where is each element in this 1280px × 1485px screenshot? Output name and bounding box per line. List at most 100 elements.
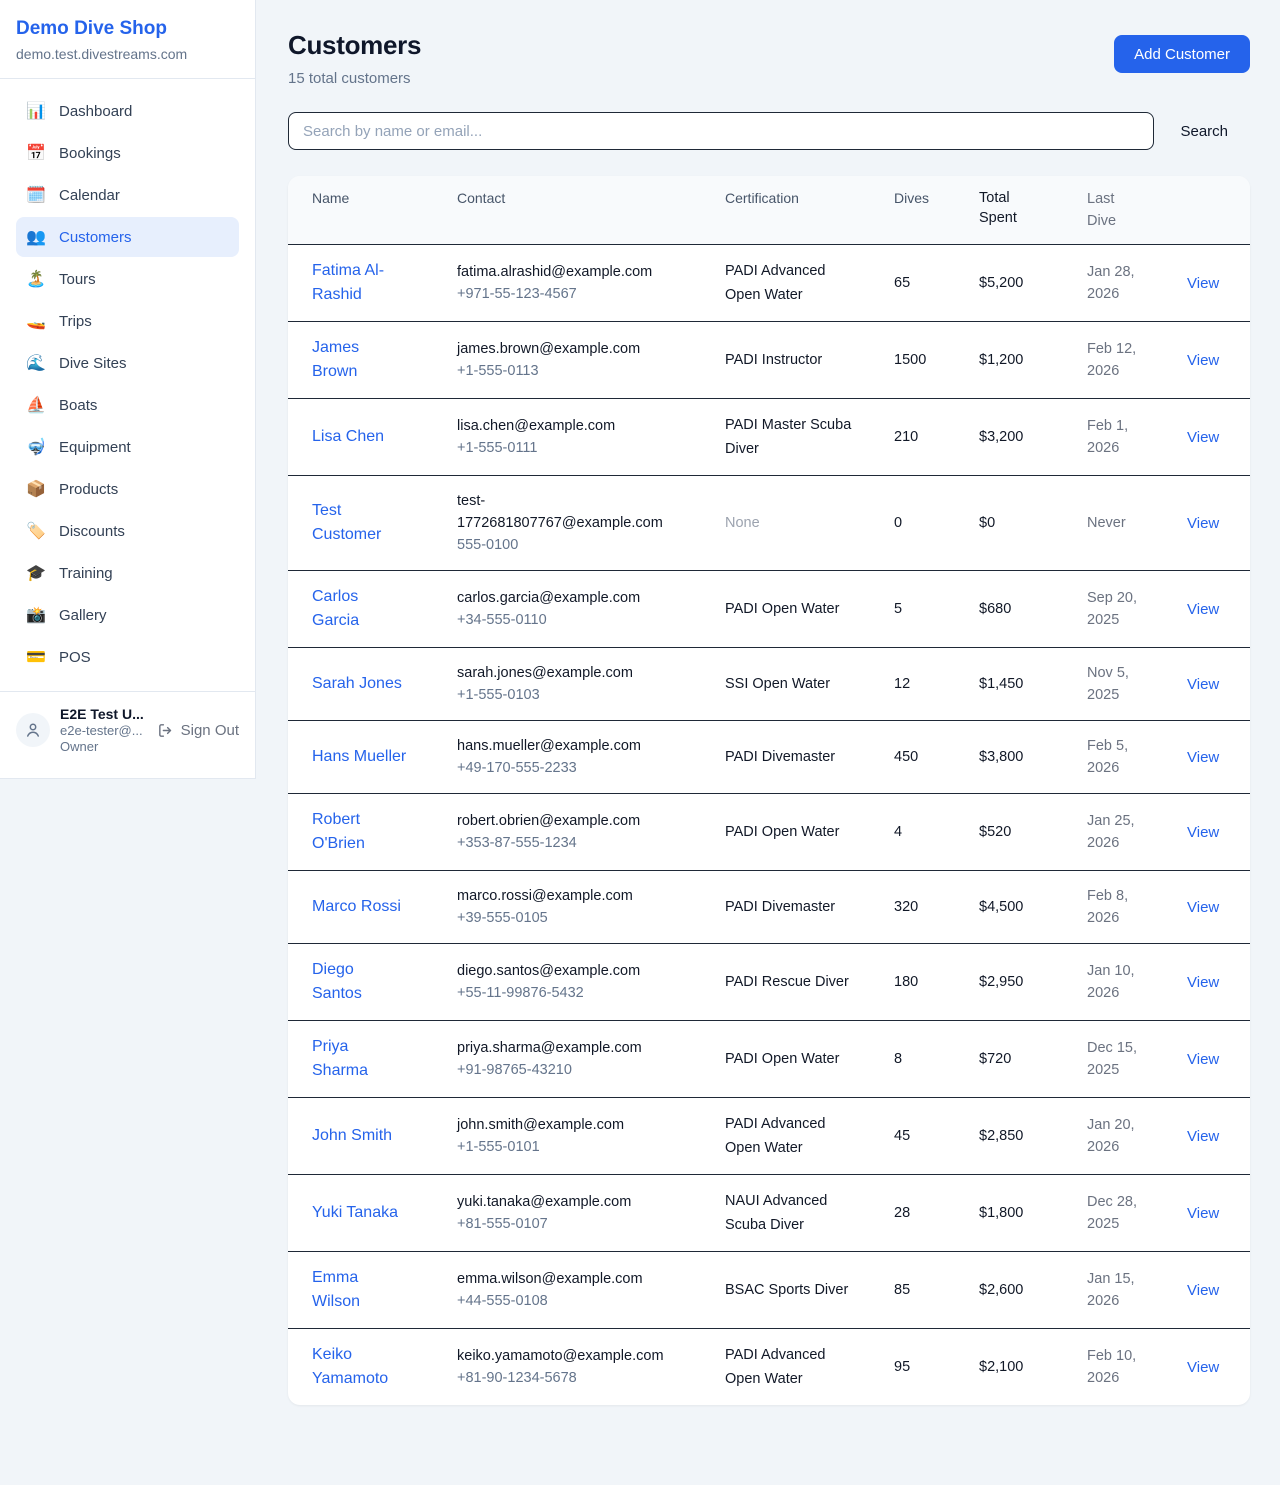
customer-phone: +49-170-555-2233 [457, 757, 681, 779]
customer-total-spent: $720 [979, 1051, 1087, 1067]
view-link[interactable]: View [1187, 676, 1226, 693]
boats-icon: ⛵ [26, 395, 46, 415]
view-link[interactable]: View [1187, 1051, 1226, 1068]
sidebar-item-trips[interactable]: 🚤Trips [16, 301, 239, 341]
customer-total-spent: $0 [979, 515, 1087, 531]
customer-last-dive: Feb 1, 2026 [1087, 415, 1187, 459]
page-title: Customers [288, 30, 421, 61]
sidebar-item-dashboard[interactable]: 📊Dashboard [16, 91, 239, 131]
customer-last-dive: Feb 5, 2026 [1087, 735, 1187, 779]
customer-name-link[interactable]: Marco Rossi [312, 895, 457, 919]
equipment-icon: 🤿 [26, 437, 46, 457]
table-row: Yuki Tanakayuki.tanaka@example.com+81-55… [288, 1174, 1250, 1251]
customer-total-spent: $520 [979, 824, 1087, 840]
customer-name-link[interactable]: Emma Wilson [312, 1266, 457, 1314]
customer-last-dive: Jan 28, 2026 [1087, 261, 1187, 305]
sidebar-item-label: Discounts [59, 523, 125, 540]
add-customer-button[interactable]: Add Customer [1114, 35, 1250, 73]
view-link[interactable]: View [1187, 899, 1226, 916]
view-link[interactable]: View [1187, 275, 1226, 292]
customer-name-link[interactable]: Sarah Jones [312, 672, 457, 696]
customer-phone: +81-555-0107 [457, 1213, 681, 1235]
sidebar-item-gallery[interactable]: 📸Gallery [16, 595, 239, 635]
customer-contact: robert.obrien@example.com+353-87-555-123… [457, 810, 725, 854]
sidebar-footer: E2E Test U... e2e-tester@... Owner Sign … [0, 691, 255, 778]
column-header-last-dive: Last Dive [1087, 188, 1187, 232]
customer-total-spent: $2,600 [979, 1282, 1087, 1298]
customer-last-dive: Jan 25, 2026 [1087, 810, 1187, 854]
customer-email: priya.sharma@example.com [457, 1037, 681, 1059]
sidebar-item-training[interactable]: 🎓Training [16, 553, 239, 593]
customer-name-link[interactable]: Carlos Garcia [312, 585, 457, 633]
customer-name-link[interactable]: John Smith [312, 1124, 457, 1148]
table-row: John Smithjohn.smith@example.com+1-555-0… [288, 1097, 1250, 1174]
user-name: E2E Test U... [60, 706, 147, 722]
bookings-icon: 📅 [26, 143, 46, 163]
column-header-certification: Certification [725, 188, 894, 208]
sidebar-item-boats[interactable]: ⛵Boats [16, 385, 239, 425]
table-row: Sarah Jonessarah.jones@example.com+1-555… [288, 647, 1250, 720]
table-row: Carlos Garciacarlos.garcia@example.com+3… [288, 570, 1250, 647]
sign-out-button[interactable]: Sign Out [157, 722, 239, 739]
sidebar-item-dive-sites[interactable]: 🌊Dive Sites [16, 343, 239, 383]
view-link[interactable]: View [1187, 1282, 1226, 1299]
user-icon [24, 721, 42, 739]
sidebar-item-products[interactable]: 📦Products [16, 469, 239, 509]
sign-out-icon [157, 722, 174, 739]
sidebar-item-customers[interactable]: 👥Customers [16, 217, 239, 257]
view-link[interactable]: View [1187, 1205, 1226, 1222]
pos-icon: 💳 [26, 647, 46, 667]
customer-name-link[interactable]: Keiko Yamamoto [312, 1343, 457, 1391]
customer-phone: +55-11-99876-5432 [457, 982, 681, 1004]
customer-total-spent: $680 [979, 601, 1087, 617]
customer-total-spent: $1,800 [979, 1205, 1087, 1221]
avatar [16, 713, 50, 747]
customer-last-dive: Never [1087, 512, 1187, 534]
view-link[interactable]: View [1187, 824, 1226, 841]
view-link[interactable]: View [1187, 1359, 1226, 1376]
customer-last-dive: Dec 15, 2025 [1087, 1037, 1187, 1081]
customer-email: james.brown@example.com [457, 338, 681, 360]
view-link[interactable]: View [1187, 749, 1226, 766]
search-input[interactable] [288, 112, 1154, 150]
customer-name-link[interactable]: Robert O'Brien [312, 808, 457, 856]
view-link[interactable]: View [1187, 601, 1226, 618]
sidebar-item-label: Trips [59, 313, 92, 330]
view-link[interactable]: View [1187, 429, 1226, 446]
view-link[interactable]: View [1187, 515, 1226, 532]
sidebar-item-equipment[interactable]: 🤿Equipment [16, 427, 239, 467]
sidebar-item-pos[interactable]: 💳POS [16, 637, 239, 677]
view-link[interactable]: View [1187, 352, 1226, 369]
sidebar-item-calendar[interactable]: 🗓️Calendar [16, 175, 239, 215]
sidebar-item-discounts[interactable]: 🏷️Discounts [16, 511, 239, 551]
sidebar-item-bookings[interactable]: 📅Bookings [16, 133, 239, 173]
view-link[interactable]: View [1187, 1128, 1226, 1145]
customer-name-link[interactable]: Yuki Tanaka [312, 1201, 457, 1225]
customer-phone: +1-555-0113 [457, 360, 681, 382]
customer-name-link[interactable]: Fatima Al-Rashid [312, 259, 457, 307]
customer-phone: +81-90-1234-5678 [457, 1367, 681, 1389]
customer-email: marco.rossi@example.com [457, 885, 681, 907]
customer-name-link[interactable]: Test Customer [312, 499, 457, 547]
table-row: Emma Wilsonemma.wilson@example.com+44-55… [288, 1251, 1250, 1328]
table-row: Fatima Al-Rashidfatima.alrashid@example.… [288, 245, 1250, 321]
sidebar-item-tours[interactable]: 🏝️Tours [16, 259, 239, 299]
customer-contact: fatima.alrashid@example.com+971-55-123-4… [457, 261, 725, 305]
customer-certification: PADI Open Water [725, 597, 894, 621]
search-button[interactable]: Search [1180, 123, 1228, 140]
customer-email: test-1772681807767@example.com [457, 490, 681, 534]
customer-name-link[interactable]: James Brown [312, 336, 457, 384]
sidebar-item-label: Calendar [59, 187, 120, 204]
customer-name-link[interactable]: Priya Sharma [312, 1035, 457, 1083]
table-row: Keiko Yamamotokeiko.yamamoto@example.com… [288, 1328, 1250, 1405]
customer-name-link[interactable]: Hans Mueller [312, 745, 457, 769]
customer-last-dive: Sep 20, 2025 [1087, 587, 1187, 631]
customer-email: hans.mueller@example.com [457, 735, 681, 757]
customer-name-link[interactable]: Lisa Chen [312, 425, 457, 449]
customer-dives: 12 [894, 676, 979, 692]
table-row: Marco Rossimarco.rossi@example.com+39-55… [288, 870, 1250, 943]
customer-name-link[interactable]: Diego Santos [312, 958, 457, 1006]
customer-total-spent: $5,200 [979, 275, 1087, 291]
customer-contact: hans.mueller@example.com+49-170-555-2233 [457, 735, 725, 779]
view-link[interactable]: View [1187, 974, 1226, 991]
